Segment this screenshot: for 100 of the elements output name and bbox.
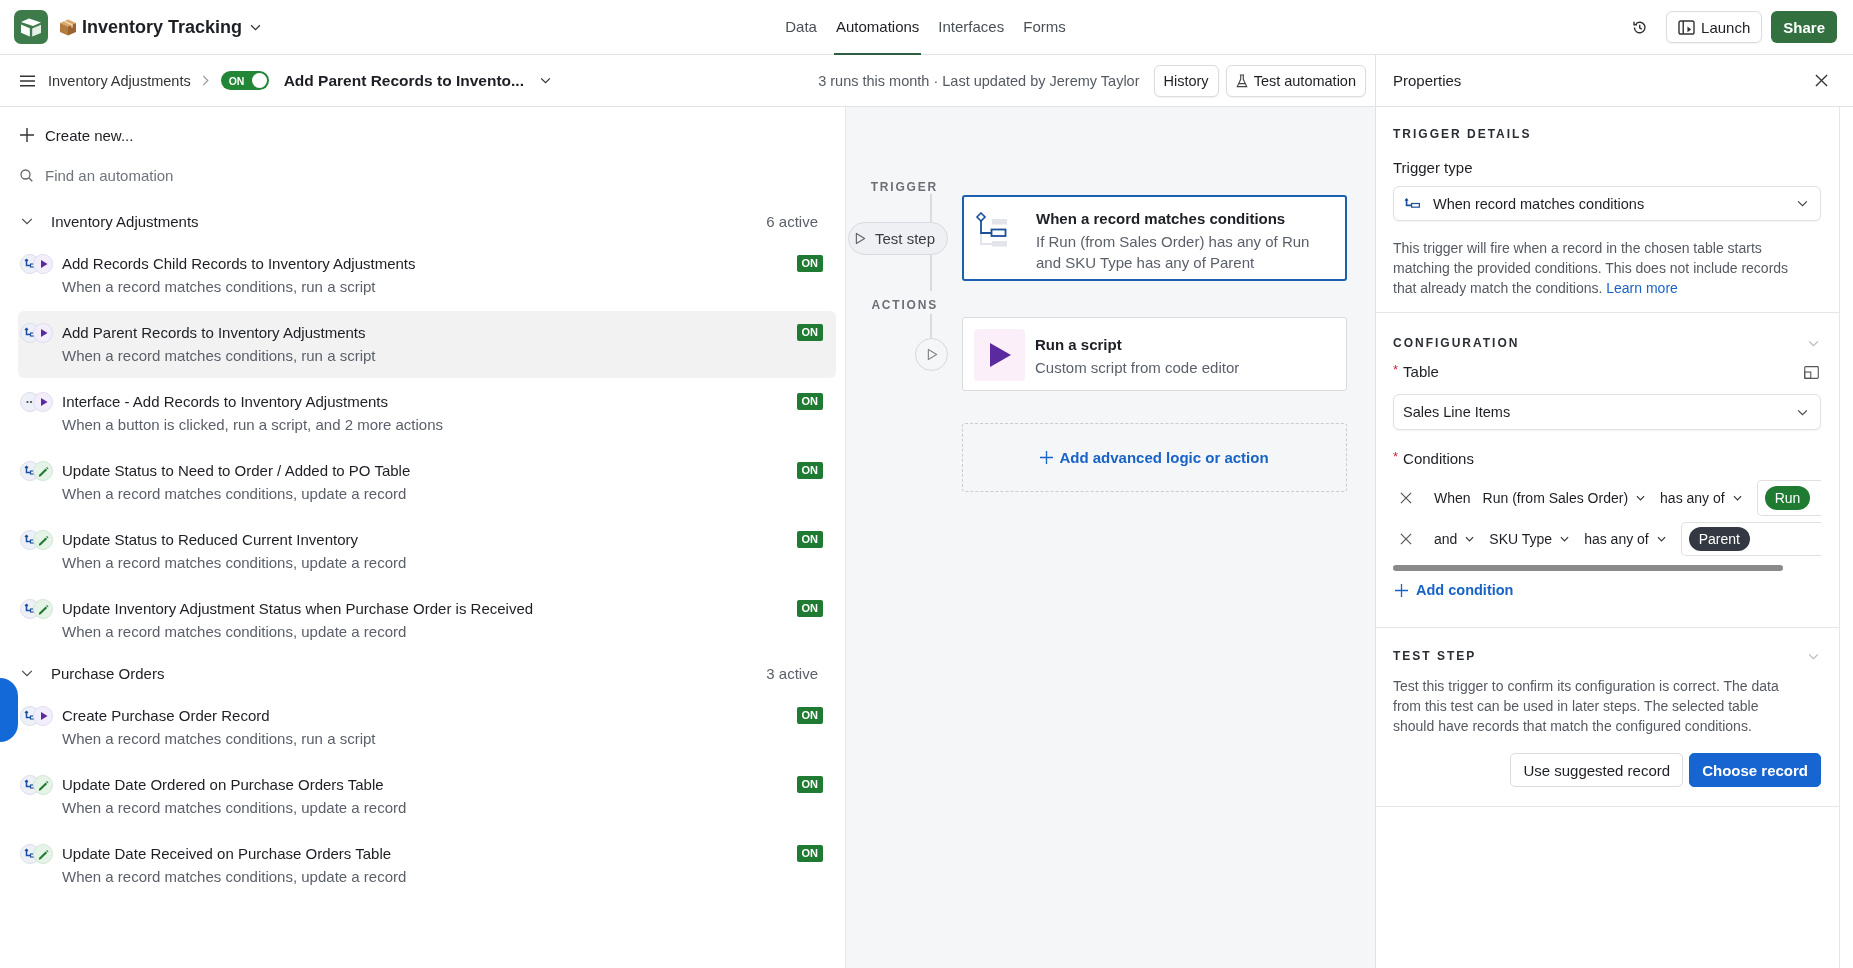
- learn-more-link[interactable]: Learn more: [1606, 280, 1678, 296]
- automation-description: When a record matches conditions, update a record: [62, 553, 408, 573]
- automation-item[interactable]: Interface - Add Records to Inventory Adjustments When a button is clicked, run a script, and 2 more actions ON: [18, 380, 836, 447]
- status-badge: ON: [796, 255, 823, 272]
- breadcrumb-link[interactable]: Inventory Adjustments: [48, 72, 191, 89]
- play-outline-icon: [927, 348, 938, 361]
- trigger-card[interactable]: When a record matches conditions If Run (from Sales Order) has any of Run and SKU Type has any of Parent: [962, 195, 1347, 281]
- share-button[interactable]: Share: [1771, 11, 1837, 43]
- field-label: Conditions: [1403, 449, 1474, 469]
- nav-tab[interactable]: Interfaces: [936, 0, 1007, 55]
- test-step-button[interactable]: Test step: [848, 222, 948, 255]
- test-automation-button[interactable]: Test automation: [1225, 64, 1366, 97]
- value-field[interactable]: Parent: [1680, 522, 1821, 556]
- plus-icon: [1395, 583, 1408, 597]
- play-outline-icon: [855, 232, 866, 245]
- section-heading: CONFIGURATION: [1393, 336, 1520, 350]
- add-condition-button[interactable]: Add condition: [1393, 580, 1514, 600]
- automation-description: When a record matches conditions, run a script: [62, 277, 377, 297]
- automation-name[interactable]: Add Parent Records to Invento...: [283, 71, 524, 90]
- history-button[interactable]: History: [1153, 64, 1219, 97]
- action-title: Run a script: [1035, 335, 1123, 355]
- automation-item[interactable]: Add Records Child Records to Inventory Adjustments When a record matches conditions, run a script ON: [18, 242, 836, 309]
- table-dropdown[interactable]: Sales Line Items: [1393, 394, 1821, 430]
- chevron-down-icon: [1797, 408, 1808, 416]
- toggle-switch[interactable]: ON: [220, 71, 269, 90]
- chevron-down-icon: [1560, 536, 1570, 542]
- automation-description: When a record matches conditions, update a record: [62, 484, 408, 504]
- required-mark: *: [1393, 362, 1399, 378]
- automation-title: Update Date Received on Purchase Orders Table: [62, 844, 393, 864]
- automation-title: Interface - Add Records to Inventory Adjustments: [62, 392, 389, 412]
- logo-icon[interactable]: [14, 10, 48, 44]
- automation-item[interactable]: Update Date Received on Purchase Orders Table When a record matches conditions, update a record ON: [18, 832, 836, 899]
- status-badge: ON: [796, 393, 823, 410]
- base-title[interactable]: Inventory Tracking: [82, 16, 243, 38]
- trigger-description: This trigger will fire when a record in the chosen table starts matching the provided conditions. This does not include records that already match the conditions. Learn more: [1393, 239, 1790, 298]
- operator-dropdown[interactable]: has any of: [1660, 490, 1742, 506]
- conjunction-label: When: [1434, 490, 1471, 506]
- automation-item[interactable]: Update Inventory Adjustment Status when Purchase Order is Received When a record matches conditions, update a record ON: [18, 587, 836, 654]
- automation-item[interactable]: Update Status to Reduced Current Inventory When a record matches conditions, update a record ON: [18, 518, 836, 585]
- automation-item[interactable]: Update Status to Need to Order / Added to PO Table When a record matches conditions, update a record ON: [18, 449, 836, 516]
- close-icon[interactable]: [1400, 533, 1412, 545]
- nav-tab[interactable]: Forms: [1021, 0, 1068, 55]
- plus-icon: [1040, 451, 1054, 464]
- automation-title: Update Date Ordered on Purchase Orders Table: [62, 775, 385, 795]
- section-heading: TEST STEP: [1393, 649, 1477, 663]
- nav-tab[interactable]: Automations: [833, 0, 922, 55]
- automation-description: When a button is clicked, run a script, and 2 more actions: [62, 415, 445, 435]
- value-tag: Parent: [1688, 527, 1750, 551]
- automation-item[interactable]: Add Parent Records to Inventory Adjustments When a record matches conditions, run a script ON: [18, 311, 836, 378]
- run-step-button[interactable]: [915, 338, 948, 371]
- menu-icon[interactable]: [20, 74, 35, 87]
- play-icon: [974, 329, 1025, 381]
- status-badge: ON: [796, 462, 823, 479]
- play-icon: [33, 323, 53, 343]
- automation-item[interactable]: Update Date Ordered on Purchase Orders Table When a record matches conditions, update a record ON: [18, 763, 836, 830]
- chevron-down-icon: [1656, 536, 1666, 542]
- chevron-down-icon[interactable]: [250, 23, 262, 31]
- status-badge: ON: [796, 707, 823, 724]
- field-dropdown[interactable]: SKU Type: [1489, 531, 1570, 547]
- automation-title: Add Records Child Records to Inventory Adjustments: [62, 254, 417, 274]
- chevron-down-icon: [1636, 495, 1646, 501]
- scrollbar[interactable]: [1393, 565, 1783, 571]
- operator-dropdown[interactable]: has any of: [1584, 531, 1666, 547]
- launch-button[interactable]: Launch: [1666, 11, 1763, 43]
- group-title[interactable]: Purchase Orders: [51, 664, 165, 682]
- close-icon[interactable]: [1400, 492, 1412, 504]
- run-info: 3 runs this month · Last updated by Jeremy Taylor: [818, 72, 1140, 89]
- side-handle[interactable]: [0, 678, 18, 742]
- search-field[interactable]: Find an automation: [45, 166, 345, 184]
- field-dropdown[interactable]: Run (from Sales Order): [1482, 490, 1646, 506]
- window-icon[interactable]: [1804, 365, 1819, 379]
- trigger-type-dropdown[interactable]: When record matches conditions: [1393, 186, 1821, 221]
- play-icon: [33, 706, 53, 726]
- action-description: Custom script from code editor: [1035, 358, 1240, 378]
- chevron-down-icon[interactable]: [539, 77, 551, 84]
- window-icon: [1678, 19, 1696, 35]
- add-step-button[interactable]: Add advanced logic or action: [962, 423, 1347, 492]
- automation-item[interactable]: Create Purchase Order Record When a record matches conditions, run a script ON: [18, 694, 836, 761]
- close-icon[interactable]: [1815, 74, 1828, 87]
- group-title[interactable]: Inventory Adjustments: [51, 212, 199, 230]
- action-card[interactable]: Run a script Custom script from code editor: [962, 317, 1347, 391]
- create-new-button[interactable]: Create new...: [18, 120, 134, 150]
- chevron-down-icon[interactable]: [21, 217, 33, 225]
- automation-title: Create Purchase Order Record: [62, 706, 271, 726]
- field-label: Trigger type: [1393, 158, 1474, 178]
- panel-title: Properties: [1393, 72, 1462, 89]
- chevron-down-icon[interactable]: [21, 669, 33, 677]
- active-count: 6 active: [766, 212, 818, 230]
- suggested-record-button[interactable]: Use suggested record: [1510, 753, 1684, 787]
- automation-description: When a record matches conditions, run a script: [62, 729, 377, 749]
- automation-title: Add Parent Records to Inventory Adjustments: [62, 323, 367, 343]
- nav-tab[interactable]: Data: [783, 0, 819, 55]
- trigger-title: When a record matches conditions: [1036, 209, 1287, 229]
- choose-record-button[interactable]: Choose record: [1689, 753, 1821, 787]
- value-field[interactable]: Run: [1756, 480, 1821, 516]
- status-badge: ON: [796, 324, 823, 341]
- flask-icon: [1235, 73, 1248, 88]
- required-mark: *: [1393, 449, 1399, 465]
- branch-icon: [1404, 198, 1421, 209]
- conjunction-dropdown[interactable]: and: [1434, 531, 1475, 547]
